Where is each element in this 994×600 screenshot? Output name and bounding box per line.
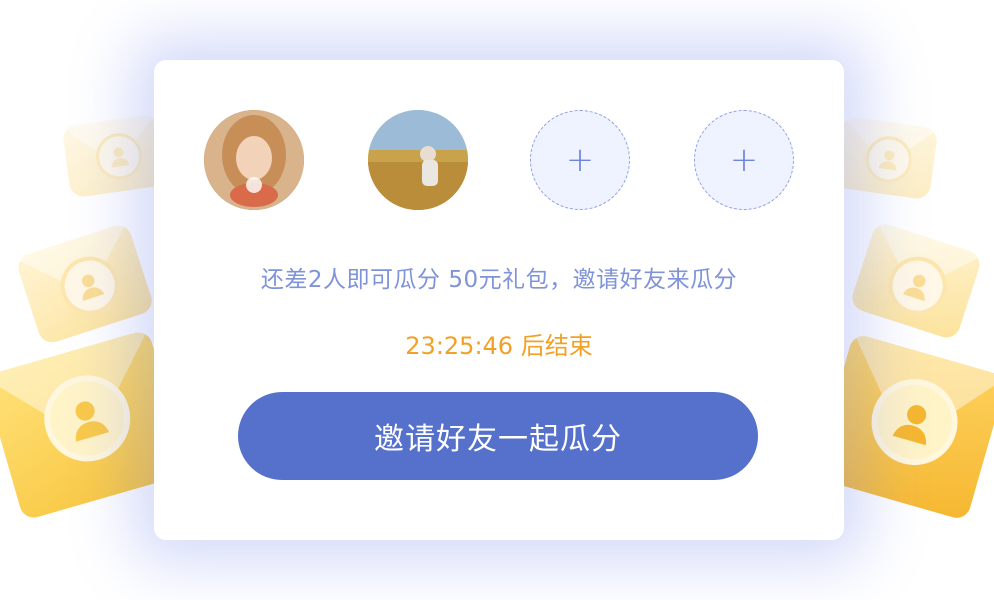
plus-icon: + — [729, 140, 759, 180]
avatar — [368, 110, 468, 210]
invite-card: + + 还差2人即可瓜分 50元礼包，邀请好友来瓜分 23:25:46 后结束 … — [154, 60, 844, 540]
add-friend-slot[interactable]: + — [694, 110, 794, 210]
add-friend-slot[interactable]: + — [530, 110, 630, 210]
share-progress-text: 还差2人即可瓜分 50元礼包，邀请好友来瓜分 — [260, 267, 738, 293]
envelope-user-icon — [833, 115, 939, 201]
avatar-photo-girl — [204, 110, 304, 210]
envelope-user-icon — [14, 222, 156, 346]
avatar-photo-child-field — [368, 110, 468, 210]
invite-friends-button[interactable]: 邀请好友一起瓜分 — [238, 392, 758, 480]
envelope-user-icon — [61, 113, 167, 199]
envelope-user-icon — [848, 220, 984, 342]
avatar — [204, 110, 304, 210]
avatar-row: + + — [154, 110, 844, 210]
countdown-text: 23:25:46 后结束 — [405, 332, 593, 360]
invite-popup-stage: + + 还差2人即可瓜分 50元礼包，邀请好友来瓜分 23:25:46 后结束 … — [0, 0, 994, 600]
plus-icon: + — [565, 140, 595, 180]
